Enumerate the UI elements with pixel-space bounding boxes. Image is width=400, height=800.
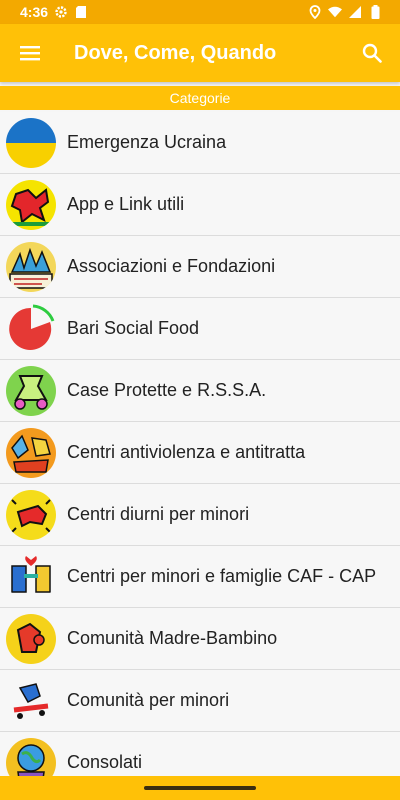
red-figure-icon <box>6 179 56 230</box>
list-item-label: App e Link utili <box>67 194 185 214</box>
list-item-label: Comunità per minori <box>67 690 230 710</box>
list-item-label: Centri diurni per minori <box>67 504 250 524</box>
list-item[interactable]: Centri antiviolenza e antitratta <box>0 422 400 484</box>
ukraine-flag-icon <box>6 117 56 168</box>
list-item[interactable]: Bari Social Food <box>0 298 400 360</box>
location-icon <box>308 5 322 19</box>
category-list[interactable]: Emergenza Ucraina App e Link utili Assoc… <box>0 112 400 776</box>
section-header-label: Categorie <box>169 90 231 106</box>
green-figure-icon <box>6 365 56 416</box>
list-item[interactable]: Emergenza Ucraina <box>0 112 400 174</box>
peace-crowd-icon <box>6 241 56 292</box>
gesture-navigation-handle[interactable] <box>144 786 256 790</box>
list-item-label: Consolati <box>67 752 143 772</box>
crawling-baby-icon <box>6 489 56 540</box>
list-item[interactable]: Comunità Madre-Bambino <box>0 608 400 670</box>
status-time: 4:36 <box>20 4 49 20</box>
list-item[interactable]: Case Protette e R.S.S.A. <box>0 360 400 422</box>
list-item-label: Associazioni e Fondazioni <box>67 256 276 276</box>
hamburger-menu-icon <box>20 46 40 61</box>
list-item-label: Bari Social Food <box>67 318 200 338</box>
list-item[interactable]: Consolati <box>0 732 400 776</box>
app-bar: Dove, Come, Quando <box>0 24 400 82</box>
dancing-figures-icon <box>6 427 56 478</box>
menu-button[interactable] <box>2 25 58 81</box>
wifi-icon <box>328 5 342 19</box>
settings-gear-icon <box>54 5 68 19</box>
status-bar: 4:36 <box>0 0 400 24</box>
list-item[interactable]: Centri per minori e famiglie CAF - CAP <box>0 546 400 608</box>
mother-child-icon <box>6 613 56 664</box>
heart-figures-icon <box>6 551 56 602</box>
skater-icon <box>6 675 56 726</box>
app-title: Dove, Come, Quando <box>74 41 277 64</box>
list-item-label: Case Protette e R.S.S.A. <box>67 380 267 400</box>
signal-icon <box>348 5 362 19</box>
search-icon <box>362 43 382 63</box>
list-item[interactable]: App e Link utili <box>0 174 400 236</box>
list-item[interactable]: Comunità per minori <box>0 670 400 732</box>
globe-figure-icon <box>6 737 56 776</box>
list-item-label: Comunità Madre-Bambino <box>67 628 278 648</box>
list-item-label: Centri antiviolenza e antitratta <box>67 442 306 462</box>
sd-card-icon <box>74 5 88 19</box>
list-item[interactable]: Centri diurni per minori <box>0 484 400 546</box>
list-item-label: Emergenza Ucraina <box>67 132 227 152</box>
pie-chart-icon <box>6 303 56 354</box>
battery-icon <box>368 5 382 19</box>
search-button[interactable] <box>346 27 398 79</box>
list-item[interactable]: Associazioni e Fondazioni <box>0 236 400 298</box>
section-header: Categorie <box>0 86 400 110</box>
list-item-label: Centri per minori e famiglie CAF - CAP <box>67 566 377 586</box>
